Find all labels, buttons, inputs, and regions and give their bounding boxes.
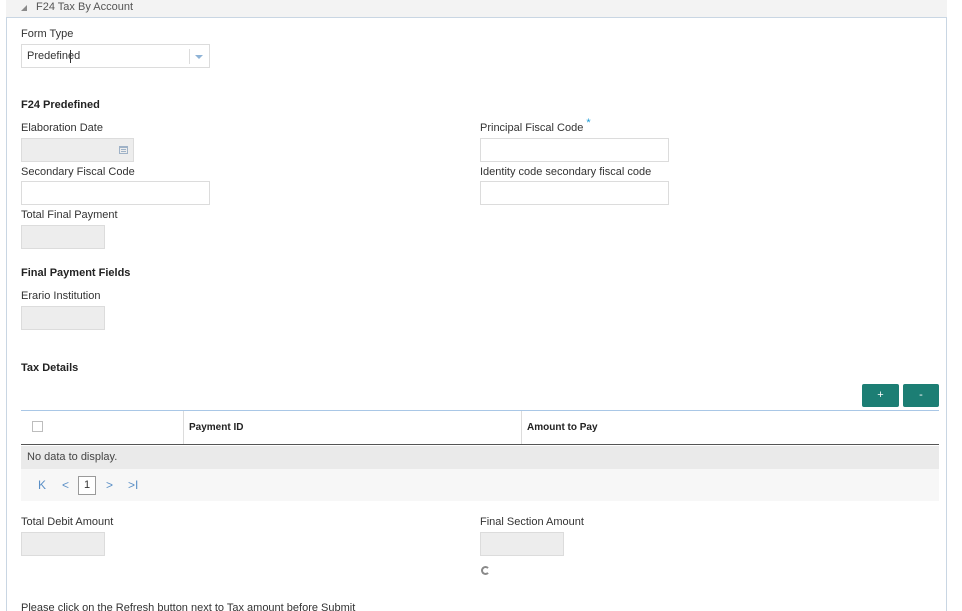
footer-note: Please click on the Refresh button next … [21,602,356,611]
page-number[interactable]: 1 [78,476,96,495]
form-type-label: Form Type [21,28,74,40]
add-row-button[interactable]: + [862,384,899,407]
select-all-checkbox[interactable] [32,421,43,432]
elaboration-date-field [21,138,134,162]
form-type-select[interactable]: Predefined [21,44,210,68]
table-header-border [21,444,939,445]
next-page-icon[interactable]: > [106,478,113,492]
collapse-triangle-icon[interactable] [21,5,27,11]
required-marker: * [586,117,591,129]
identity-code-input[interactable] [480,181,669,205]
empty-table-row: No data to display. [21,446,939,469]
chevron-down-icon[interactable] [195,55,203,59]
column-header-payment-id[interactable]: Payment ID [189,411,243,444]
column-header-amount-to-pay[interactable]: Amount to Pay [527,411,598,444]
section-title: F24 Tax By Account [36,1,134,13]
erario-institution-field [21,306,105,330]
column-separator [183,411,184,444]
remove-row-button[interactable]: - [903,384,939,407]
secondary-fiscal-code-input[interactable] [21,181,210,205]
calendar-icon[interactable] [119,146,128,154]
section-header[interactable]: F24 Tax By Account [6,0,947,18]
identity-code-label: Identity code secondary fiscal code [480,166,652,178]
content-frame [6,0,947,611]
form-type-value: Predefined [27,50,81,62]
select-divider [189,49,190,64]
empty-table-text: No data to display. [27,451,118,463]
final-section-amount-field [480,532,564,556]
total-final-payment-field [21,225,105,249]
text-cursor [70,50,71,63]
total-debit-amount-field [21,532,105,556]
refresh-icon[interactable] [481,566,490,575]
final-payment-fields-heading: Final Payment Fields [21,267,131,279]
principal-fiscal-code-label: Principal Fiscal Code * [480,117,591,134]
final-section-amount-label: Final Section Amount [480,516,584,528]
first-page-icon[interactable]: K [38,478,46,492]
total-final-payment-label: Total Final Payment [21,209,118,221]
secondary-fiscal-code-label: Secondary Fiscal Code [21,166,135,178]
erario-institution-label: Erario Institution [21,290,101,302]
pagination: K < 1 > >I [21,469,939,501]
tax-details-heading: Tax Details [21,362,79,374]
prev-page-icon[interactable]: < [62,478,69,492]
last-page-icon[interactable]: >I [128,478,138,492]
principal-fiscal-code-input[interactable] [480,138,669,162]
f24-predefined-heading: F24 Predefined [21,99,100,111]
column-separator [521,411,522,444]
elaboration-date-label: Elaboration Date [21,122,103,134]
total-debit-amount-label: Total Debit Amount [21,516,114,528]
table-top-border [21,410,939,411]
